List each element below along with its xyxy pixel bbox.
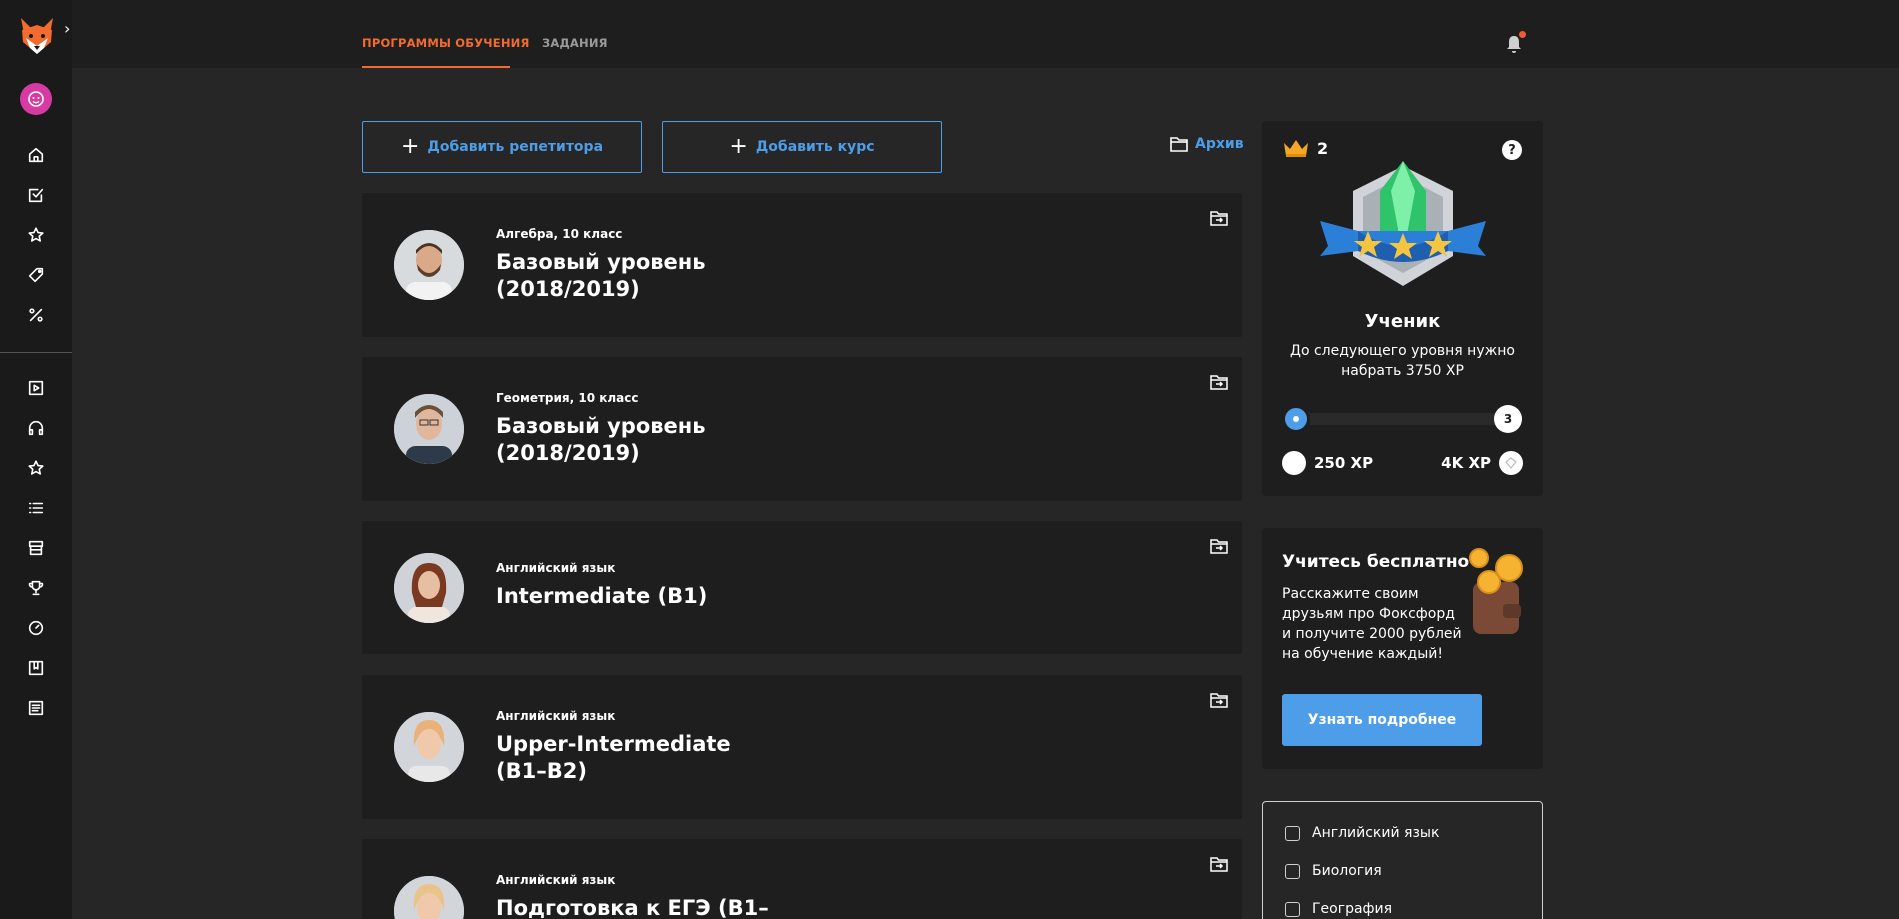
progress-current-marker [1282,405,1310,433]
course-card[interactable]: Английский язык Upper-Intermediate (B1–B… [362,675,1242,819]
rank-badge-icon [1318,161,1488,296]
learn-more-button[interactable]: Узнать подробнее [1282,694,1482,746]
archive-icon[interactable] [1210,855,1228,873]
checkbox-icon[interactable] [26,185,46,205]
course-subject: Английский язык [496,709,616,723]
sidebar: › [0,0,72,919]
xp-progress-track [1282,413,1522,425]
book-icon[interactable] [26,658,46,678]
rank-title: Ученик [1364,311,1441,332]
list-icon[interactable] [26,498,46,518]
next-level-marker: 3 [1494,405,1522,433]
filter-label: Английский язык [1312,825,1440,841]
course-title: Intermediate (B1) [496,584,708,608]
foxford-logo-icon[interactable] [18,16,56,56]
add-course-label: Добавить курс [755,139,875,155]
xp-current: 250 XP [1282,451,1373,475]
archive-icon[interactable] [1210,209,1228,227]
play-icon[interactable] [26,378,46,398]
plus-icon: + [729,134,748,159]
crown-icon [1282,137,1310,159]
filter-biology[interactable]: Биология [1285,863,1382,879]
document-icon[interactable] [26,698,46,718]
teacher-photo [394,876,464,919]
plus-icon: + [400,134,420,159]
star-outline-icon[interactable] [26,458,46,478]
course-title: Подготовка к ЕГЭ (B1– [496,896,769,919]
xp-target-label: 4K XP [1441,454,1491,472]
level-panel: 2 ? Ученик До следующего уровня нужно на… [1262,121,1543,496]
promo-text: Расскажите своим друзьям про Фоксфорд и … [1282,586,1462,662]
percent-icon[interactable] [26,305,46,325]
star-icon[interactable] [26,225,46,245]
checkbox[interactable] [1285,901,1300,917]
archive-icon[interactable] [1210,537,1228,555]
archive-icon[interactable] [1210,373,1228,391]
filter-geography[interactable]: География [1285,901,1392,917]
active-tab-indicator [362,66,510,68]
top-bar [72,0,1899,68]
checkbox[interactable] [1285,863,1300,879]
notification-badge [1519,31,1526,38]
checkbox[interactable] [1285,825,1300,841]
headphones-icon[interactable] [26,418,46,438]
teacher-photo [394,394,464,464]
course-card[interactable]: Алгебра, 10 класс Базовый уровень (2018/… [362,193,1242,337]
folder-icon [1170,137,1188,152]
archive-label: Архив [1195,136,1244,152]
course-subject: Алгебра, 10 класс [496,227,623,241]
filter-label: Биология [1312,863,1382,879]
archive-icon[interactable] [1210,691,1228,709]
rank-description: До следующего уровня нужно набрать 3750 … [1290,343,1515,379]
crown-count: 2 [1317,139,1329,158]
course-card[interactable]: Английский язык Подготовка к ЕГЭ (B1– [362,839,1242,919]
tab-tasks[interactable]: ЗАДАНИЯ [542,36,608,50]
help-icon[interactable]: ? [1502,140,1522,160]
tab-programs[interactable]: ПРОГРАММЫ ОБУЧЕНИЯ [362,36,530,50]
filter-english[interactable]: Английский язык [1285,825,1439,841]
course-subject: Английский язык [496,873,616,887]
tag-icon[interactable] [26,265,46,285]
sidebar-divider [0,352,72,353]
wallet-coins-icon [1465,548,1525,638]
add-tutor-button[interactable]: + Добавить репетитора [362,121,642,173]
gem-icon [1499,451,1523,475]
xp-coin-icon [1282,451,1306,475]
subject-filters: Английский язык Биология География [1262,801,1543,919]
teacher-photo [394,230,464,300]
trophy-icon[interactable] [26,578,46,598]
course-subject: Английский язык [496,561,616,575]
filter-label: География [1312,901,1393,917]
home-icon[interactable] [26,145,46,165]
add-course-button[interactable]: + Добавить курс [662,121,942,173]
archive-link[interactable]: Архив [1170,136,1244,152]
course-title: Базовый уровень (2018/2019) [496,414,706,465]
avatar[interactable] [20,83,52,115]
clock-icon[interactable] [26,618,46,638]
add-tutor-label: Добавить репетитора [427,139,604,155]
promo-title: Учитесь бесплатно [1282,552,1470,572]
teacher-photo [394,553,464,623]
course-card[interactable]: Английский язык Intermediate (B1) [362,521,1242,654]
course-subject: Геометрия, 10 класс [496,391,639,405]
course-title: Upper-Intermediate (B1–B2) [496,732,731,783]
store-icon[interactable] [26,538,46,558]
xp-current-label: 250 XP [1314,454,1374,472]
course-card[interactable]: Геометрия, 10 класс Базовый уровень (201… [362,357,1242,501]
promo-panel: Учитесь бесплатно Расскажите своим друзь… [1262,528,1543,769]
xp-target: 4K XP [1441,451,1523,475]
teacher-photo [394,712,464,782]
course-title: Базовый уровень (2018/2019) [496,250,706,301]
